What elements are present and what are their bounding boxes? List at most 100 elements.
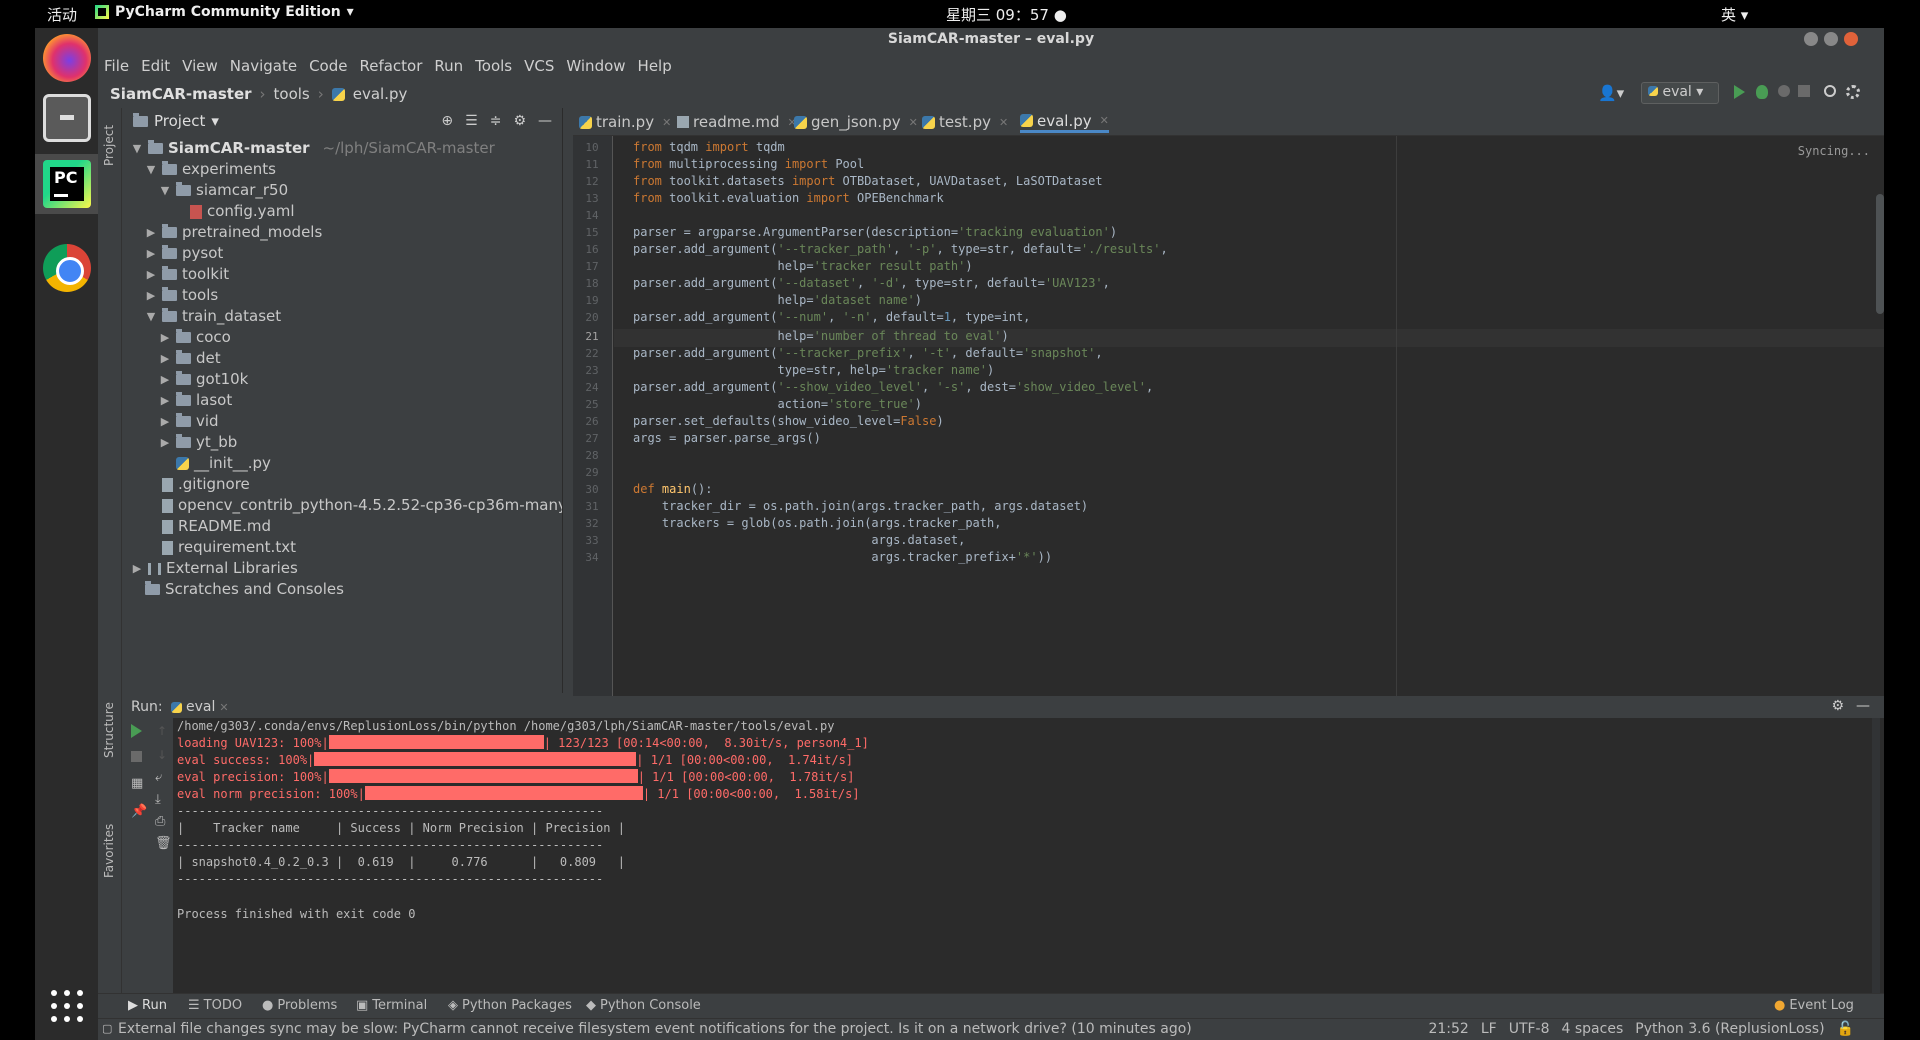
show-applications-icon[interactable] <box>51 990 83 1022</box>
breadcrumb-file[interactable]: eval.py <box>353 85 408 103</box>
structure-tool-tab[interactable]: Structure <box>102 702 116 758</box>
caret-position[interactable]: 21:52 <box>1428 1021 1468 1037</box>
soft-wrap-icon[interactable]: ⤶ <box>155 770 169 785</box>
input-method-indicator[interactable]: 英 ▾ <box>1721 4 1748 25</box>
tree-item[interactable]: __init__.py <box>176 453 271 474</box>
files-icon[interactable] <box>43 94 91 142</box>
tab-gen-json-py[interactable]: gen_json.py ✕ <box>794 111 918 133</box>
hide-icon[interactable]: — <box>538 113 552 129</box>
tree-item[interactable]: ▶ coco <box>159 327 231 348</box>
print-icon[interactable]: ⎙ <box>155 814 169 829</box>
menu-code[interactable]: Code <box>303 54 353 80</box>
status-toggle-icon[interactable]: ▢ <box>102 1022 112 1035</box>
python-interpreter[interactable]: Python 3.6 (ReplusionLoss) <box>1635 1021 1824 1037</box>
tree-item[interactable]: ▶ External Libraries <box>131 558 298 579</box>
code-editor[interactable]: 10 11 12 13 14 15 16 17 18 19 20 21 22 2… <box>573 136 1884 696</box>
down-arrow-icon[interactable]: ↓ <box>157 748 171 762</box>
close-icon[interactable]: ✕ <box>999 116 1008 129</box>
chrome-icon[interactable] <box>43 244 91 292</box>
project-view-select[interactable]: Project ▾ <box>133 112 219 130</box>
tab-readme-md[interactable]: readme.md ✕ <box>677 111 797 133</box>
expand-all-icon[interactable]: ☰ <box>465 113 478 129</box>
tab-test-py[interactable]: test.py ✕ <box>922 111 1008 133</box>
line-separator[interactable]: LF <box>1481 1021 1497 1037</box>
locate-icon[interactable]: ⊕ <box>441 113 453 129</box>
status-message[interactable]: External file changes sync may be slow: … <box>118 1021 1192 1037</box>
debug-icon[interactable] <box>1756 85 1768 99</box>
tree-item[interactable]: .gitignore <box>162 474 250 495</box>
rerun-icon[interactable] <box>131 724 145 738</box>
menu-tools[interactable]: Tools <box>469 54 518 80</box>
close-button[interactable] <box>1844 32 1858 46</box>
project-tool-tab[interactable]: Project <box>102 125 116 166</box>
tree-item[interactable]: ▶ vid <box>159 411 219 432</box>
tree-item[interactable]: ▶ det <box>159 348 221 369</box>
run-icon[interactable] <box>1734 85 1748 99</box>
gear-icon[interactable]: ⚙ <box>1831 698 1844 714</box>
run-tab-eval[interactable]: eval ✕ <box>171 699 229 715</box>
breadcrumb-project[interactable]: SiamCAR-master <box>110 85 252 103</box>
tool-tab-event-log[interactable]: ● Event Log <box>1774 998 1854 1013</box>
file-encoding[interactable]: UTF-8 <box>1509 1021 1550 1037</box>
tab-eval-py[interactable]: eval.py ✕ <box>1020 111 1109 133</box>
up-arrow-icon[interactable]: ↑ <box>157 724 171 738</box>
console-scrollbar[interactable] <box>1872 718 1880 993</box>
menu-vcs[interactable]: VCS <box>518 54 560 80</box>
search-icon[interactable] <box>1824 85 1836 97</box>
collapse-all-icon[interactable]: ≑ <box>490 113 502 129</box>
tree-item[interactable]: opencv_contrib_python-4.5.2.52-cp36-cp36… <box>162 495 562 516</box>
settings-icon[interactable] <box>1846 85 1860 99</box>
tree-item-root[interactable]: ▼ SiamCAR-master ~/lph/SiamCAR-master <box>131 138 495 159</box>
close-icon[interactable]: ✕ <box>662 116 671 129</box>
tree-item[interactable]: ▶ lasot <box>159 390 232 411</box>
tree-item[interactable]: ▶ pretrained_models <box>145 222 323 243</box>
tree-item[interactable]: ▶ got10k <box>159 369 249 390</box>
menu-edit[interactable]: Edit <box>135 54 176 80</box>
trash-icon[interactable]: 🗑 <box>155 836 172 851</box>
tree-item[interactable]: ▼ siamcar_r50 <box>159 180 288 201</box>
tree-item[interactable]: ▼ experiments <box>145 159 276 180</box>
tree-item[interactable]: config.yaml <box>190 201 295 222</box>
tree-item[interactable]: ▶ toolkit <box>145 264 229 285</box>
pycharm-dock-icon[interactable]: PC <box>43 160 91 208</box>
pin-icon[interactable]: 📌 <box>131 804 147 819</box>
run-config-select[interactable]: eval ▾ <box>1641 82 1719 104</box>
tree-item[interactable]: ▶ tools <box>145 285 218 306</box>
firefox-icon[interactable] <box>43 34 91 82</box>
menu-view[interactable]: View <box>176 54 224 80</box>
close-icon[interactable]: ✕ <box>1100 114 1109 127</box>
close-icon[interactable]: ✕ <box>219 701 228 714</box>
layout-icon[interactable]: ▦ <box>131 776 145 791</box>
hide-icon[interactable]: — <box>1856 698 1870 714</box>
coverage-icon[interactable] <box>1778 85 1790 97</box>
tree-item[interactable]: ▼ train_dataset <box>145 306 281 327</box>
menu-help[interactable]: Help <box>632 54 678 80</box>
tool-tab-terminal[interactable]: ▣ Terminal <box>356 998 427 1013</box>
user-icon[interactable]: 👤▾ <box>1598 84 1624 102</box>
gear-icon[interactable]: ⚙ <box>513 113 526 129</box>
run-console[interactable]: /home/g303/.conda/envs/ReplusionLoss/bin… <box>173 718 1884 993</box>
stop-icon[interactable] <box>131 751 142 762</box>
maximize-button[interactable] <box>1824 32 1838 46</box>
favorites-tool-tab[interactable]: Favorites <box>102 824 116 878</box>
menu-file[interactable]: File <box>98 54 135 80</box>
close-icon[interactable]: ✕ <box>909 116 918 129</box>
scroll-to-end-icon[interactable]: ⤓ <box>155 792 169 807</box>
breadcrumb-folder[interactable]: tools <box>274 85 310 103</box>
tree-item[interactable]: requirement.txt <box>162 537 296 558</box>
tree-item[interactable]: ▶ pysot <box>145 243 224 264</box>
tree-item[interactable]: README.md <box>162 516 271 537</box>
tool-tab-run[interactable]: ▶ Run <box>128 998 167 1013</box>
menu-run[interactable]: Run <box>428 54 469 80</box>
indent-setting[interactable]: 4 spaces <box>1562 1021 1624 1037</box>
menu-navigate[interactable]: Navigate <box>224 54 303 80</box>
lock-icon[interactable]: 🔓 <box>1837 1021 1854 1037</box>
stop-icon[interactable] <box>1798 85 1810 97</box>
minimize-button[interactable] <box>1804 32 1818 46</box>
menu-window[interactable]: Window <box>560 54 631 80</box>
activities-button[interactable]: 活动 <box>47 4 77 25</box>
tree-item[interactable]: Scratches and Consoles <box>145 579 344 600</box>
tool-tab-python-console[interactable]: ◆ Python Console <box>586 998 701 1013</box>
tab-train-py[interactable]: train.py ✕ <box>579 111 671 133</box>
tool-tab-todo[interactable]: ☰ TODO <box>188 998 242 1013</box>
